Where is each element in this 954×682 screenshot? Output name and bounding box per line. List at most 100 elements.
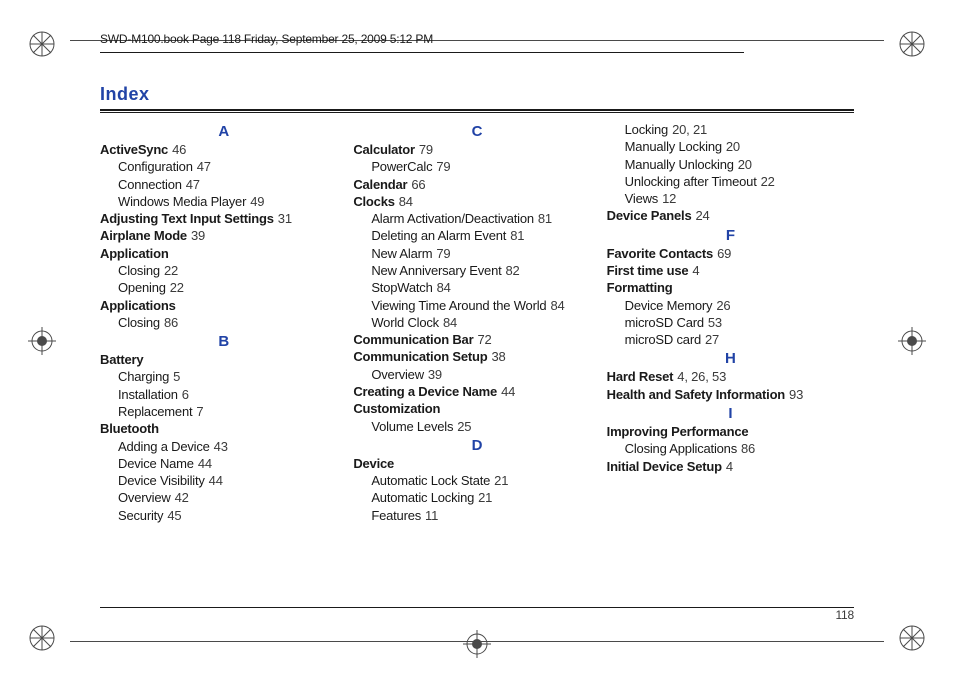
index-subentry: Deleting an Alarm Event81	[353, 227, 600, 244]
index-term: Device Panels	[607, 207, 692, 224]
index-entry: Adjusting Text Input Settings31	[100, 210, 347, 227]
index-page-ref: 26	[716, 297, 730, 314]
index-subterm: Volume Levels	[371, 418, 453, 435]
crop-mark-bottom-center	[463, 630, 491, 658]
index-page-ref: 38	[491, 348, 505, 365]
index-page-ref: 43	[214, 438, 228, 455]
index-term: Application	[100, 245, 169, 262]
index-entry: Communication Setup38	[353, 348, 600, 365]
index-subterm: StopWatch	[371, 279, 432, 296]
index-entry: Improving Performance	[607, 423, 854, 440]
index-entry: Health and Safety Information93	[607, 386, 854, 403]
index-subentry: PowerCalc79	[353, 158, 600, 175]
index-term: Bluetooth	[100, 420, 159, 437]
index-page-ref: 86	[164, 314, 178, 331]
index-subentry: Features11	[353, 507, 600, 524]
index-term: Customization	[353, 400, 440, 417]
index-subterm: Features	[371, 507, 421, 524]
index-entry: Communication Bar72	[353, 331, 600, 348]
index-entry: Applications	[100, 297, 347, 314]
index-subterm: Opening	[118, 279, 166, 296]
index-subterm: Closing	[118, 262, 160, 279]
index-term: Calculator	[353, 141, 415, 158]
index-page-ref: 25	[457, 418, 471, 435]
index-page-ref: 21	[478, 489, 492, 506]
index-subterm: Replacement	[118, 403, 192, 420]
index-term: Device	[353, 455, 394, 472]
index-page-ref: 11	[425, 507, 438, 524]
index-subterm: New Anniversary Event	[371, 262, 501, 279]
index-subentry: New Alarm79	[353, 245, 600, 262]
index-entry: Favorite Contacts69	[607, 245, 854, 262]
index-subentry: Device Name44	[100, 455, 347, 472]
index-subterm: Security	[118, 507, 163, 524]
index-page-ref: 72	[477, 331, 491, 348]
index-subterm: Overview	[371, 366, 424, 383]
index-entry: Clocks84	[353, 193, 600, 210]
index-page-ref: 24	[696, 207, 710, 224]
index-page-ref: 69	[717, 245, 731, 262]
index-term: ActiveSync	[100, 141, 168, 158]
index-page-ref: 4	[726, 458, 733, 475]
index-term: Airplane Mode	[100, 227, 187, 244]
index-page-ref: 39	[191, 227, 205, 244]
index-page-ref: 79	[436, 158, 450, 175]
index-subentry: Replacement7	[100, 403, 347, 420]
index-title-rule	[100, 109, 854, 113]
index-subterm: Viewing Time Around the World	[371, 297, 546, 314]
index-subentry: Automatic Lock State21	[353, 472, 600, 489]
index-entry: Bluetooth	[100, 420, 347, 437]
index-page-ref: 84	[550, 297, 564, 314]
index-subterm: Closing	[118, 314, 160, 331]
index-page-ref: 53	[708, 314, 722, 331]
index-subentry: Windows Media Player49	[100, 193, 347, 210]
index-subterm: Adding a Device	[118, 438, 210, 455]
index-subterm: Charging	[118, 368, 169, 385]
index-subentry: Views12	[607, 190, 854, 207]
index-page-ref: 4	[692, 262, 699, 279]
index-subentry: Security45	[100, 507, 347, 524]
index-entry: Hard Reset4, 26, 53	[607, 368, 854, 385]
index-subentry: Closing86	[100, 314, 347, 331]
index-section-letter: B	[100, 333, 347, 351]
index-page-ref: 5	[173, 368, 180, 385]
index-term: Adjusting Text Input Settings	[100, 210, 274, 227]
index-page-ref: 45	[167, 507, 181, 524]
index-page-ref: 20	[726, 138, 740, 155]
index-page-ref: 47	[186, 176, 200, 193]
index-entry: ActiveSync46	[100, 141, 347, 158]
index-subentry: Device Visibility44	[100, 472, 347, 489]
index-section-letter: D	[353, 437, 600, 455]
index-term: Applications	[100, 297, 176, 314]
index-column: CCalculator79PowerCalc79Calendar66Clocks…	[353, 121, 600, 524]
index-subentry: Alarm Activation/Deactivation81	[353, 210, 600, 227]
index-subterm: Views	[625, 190, 658, 207]
index-subentry: Charging5	[100, 368, 347, 385]
index-subterm: Device Memory	[625, 297, 713, 314]
index-term: Calendar	[353, 176, 407, 193]
index-page-ref: 81	[510, 227, 524, 244]
index-entry: First time use4	[607, 262, 854, 279]
index-entry: Device Panels24	[607, 207, 854, 224]
index-subentry: Device Memory26	[607, 297, 854, 314]
index-page-ref: 4, 26, 53	[677, 368, 726, 385]
index-subterm: Unlocking after Timeout	[625, 173, 757, 190]
index-entry: Customization	[353, 400, 600, 417]
index-subterm: Alarm Activation/Deactivation	[371, 210, 534, 227]
index-subterm: Device Visibility	[118, 472, 205, 489]
page-number: 118	[835, 608, 854, 622]
index-subterm: Deleting an Alarm Event	[371, 227, 506, 244]
index-term: First time use	[607, 262, 689, 279]
index-subentry: StopWatch 84	[353, 279, 600, 296]
index-page-ref: 84	[437, 279, 451, 296]
crop-mark-bottom-left	[28, 624, 56, 652]
index-subentry: Automatic Locking21	[353, 489, 600, 506]
index-term: Clocks	[353, 193, 394, 210]
index-page-ref: 84	[443, 314, 457, 331]
index-term: Initial Device Setup	[607, 458, 722, 475]
index-subterm: Closing Applications	[625, 440, 737, 457]
crop-mark-bottom-right	[898, 624, 926, 652]
index-subentry: World Clock84	[353, 314, 600, 331]
index-term: Communication Setup	[353, 348, 487, 365]
crop-mark-top-right	[898, 30, 926, 58]
